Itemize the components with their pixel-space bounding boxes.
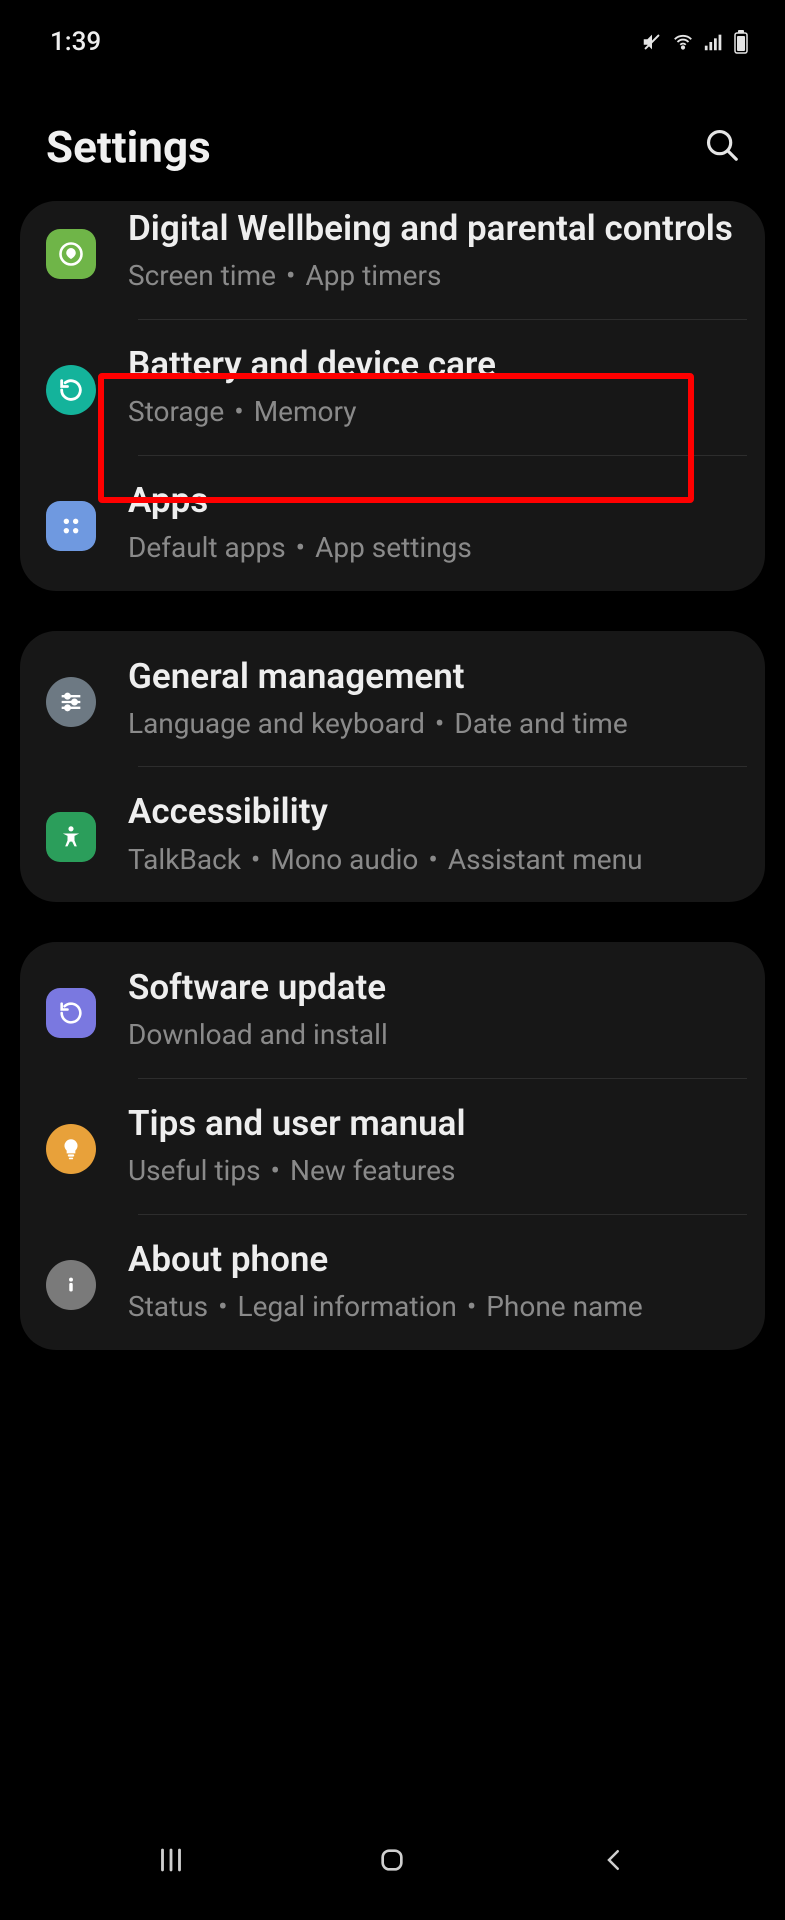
setting-tips[interactable]: Tips and user manual Useful tips•New fea… [20, 1078, 765, 1214]
row-title: About phone [128, 1236, 747, 1283]
page-title: Settings [46, 121, 211, 173]
nav-home-button[interactable] [347, 1830, 437, 1890]
row-text: Apps Default apps•App settings [128, 477, 747, 569]
row-text: General management Language and keyboard… [128, 653, 747, 745]
row-title: Apps [128, 477, 747, 524]
row-text: Accessibility TalkBack•Mono audio•Assist… [128, 788, 747, 880]
setting-battery-device-care[interactable]: Battery and device care Storage•Memory [20, 319, 765, 455]
wifi-icon [671, 31, 695, 53]
row-subtitle: Useful tips•New features [128, 1151, 747, 1192]
nav-back-button[interactable] [569, 1830, 659, 1890]
row-subtitle: Default apps•App settings [128, 528, 747, 569]
setting-accessibility[interactable]: Accessibility TalkBack•Mono audio•Assist… [20, 766, 765, 902]
setting-general-management[interactable]: General management Language and keyboard… [20, 631, 765, 767]
row-subtitle: Status•Legal information•Phone name [128, 1287, 747, 1328]
row-title: Digital Wellbeing and parental controls [128, 205, 747, 252]
signal-icon [703, 31, 725, 53]
row-subtitle: Download and install [128, 1015, 747, 1056]
search-icon [703, 126, 741, 164]
row-subtitle: Screen time•App timers [128, 256, 747, 297]
settings-group: Software update Download and install Tip… [20, 942, 765, 1350]
row-title: General management [128, 653, 747, 700]
mute-icon [641, 31, 663, 53]
home-icon [376, 1844, 408, 1876]
battery-icon [733, 30, 749, 54]
setting-apps[interactable]: Apps Default apps•App settings [20, 455, 765, 591]
navigation-bar [0, 1800, 785, 1920]
apps-icon [46, 501, 96, 551]
row-title: Battery and device care [128, 341, 747, 388]
search-button[interactable] [697, 120, 747, 173]
row-text: Tips and user manual Useful tips•New fea… [128, 1100, 747, 1192]
recents-icon [154, 1843, 188, 1877]
row-title: Software update [128, 964, 747, 1011]
about-phone-icon [46, 1260, 96, 1310]
row-subtitle: Language and keyboard•Date and time [128, 704, 747, 745]
device-care-icon [46, 365, 96, 415]
setting-about-phone[interactable]: About phone Status•Legal information•Pho… [20, 1214, 765, 1350]
status-time: 1:39 [50, 27, 101, 57]
accessibility-icon [46, 812, 96, 862]
row-title: Accessibility [128, 788, 747, 835]
row-subtitle: Storage•Memory [128, 392, 747, 433]
row-text: Software update Download and install [128, 964, 747, 1056]
setting-software-update[interactable]: Software update Download and install [20, 942, 765, 1078]
settings-group: General management Language and keyboard… [20, 631, 765, 903]
status-bar: 1:39 [0, 0, 785, 72]
settings-group: Digital Wellbeing and parental controls … [20, 201, 765, 591]
back-icon [599, 1845, 629, 1875]
wellbeing-icon [46, 229, 96, 279]
row-title: Tips and user manual [128, 1100, 747, 1147]
settings-list: Digital Wellbeing and parental controls … [0, 201, 785, 1350]
row-subtitle: TalkBack•Mono audio•Assistant menu [128, 840, 747, 881]
row-text: Digital Wellbeing and parental controls … [128, 205, 747, 297]
row-text: Battery and device care Storage•Memory [128, 341, 747, 433]
settings-header: Settings [0, 72, 785, 201]
nav-recents-button[interactable] [126, 1830, 216, 1890]
status-icons [641, 30, 749, 54]
software-update-icon [46, 988, 96, 1038]
setting-digital-wellbeing[interactable]: Digital Wellbeing and parental controls … [20, 201, 765, 319]
tips-icon [46, 1124, 96, 1174]
row-text: About phone Status•Legal information•Pho… [128, 1236, 747, 1328]
general-management-icon [46, 677, 96, 727]
